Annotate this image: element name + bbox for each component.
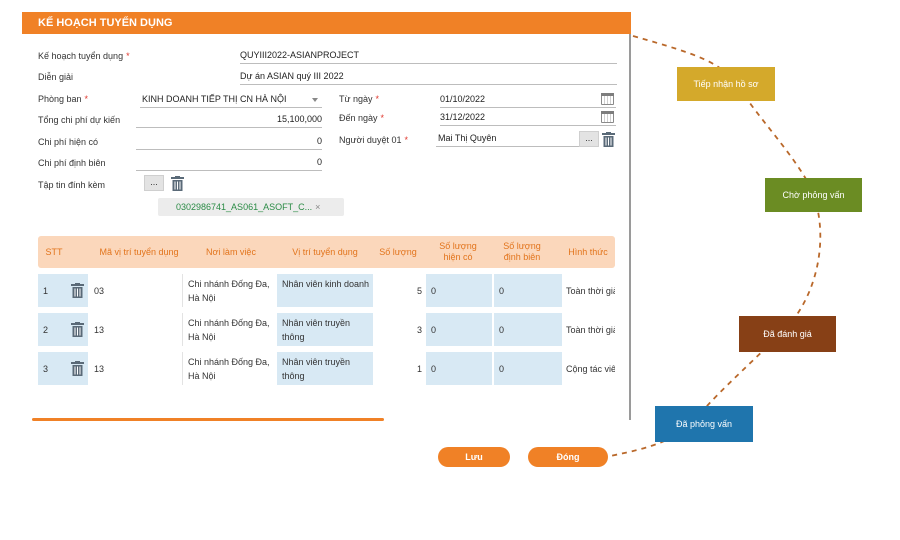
trash-icon[interactable] (71, 283, 84, 298)
row-stt: 2 (43, 325, 49, 335)
col-position: Vị trí tuyển dụng (292, 247, 358, 257)
table-row[interactable]: 3 13 Chi nhánh Đống Đa, Hà Nội Nhân viên… (38, 352, 615, 386)
horizontal-scrollbar[interactable] (32, 418, 384, 421)
staff-cost-field[interactable]: 0 (136, 155, 322, 171)
row-current: 0 (431, 325, 437, 335)
row-qty: 3 (416, 325, 422, 335)
row-staffing: 0 (499, 325, 505, 335)
col-stt: STT (45, 247, 63, 257)
stage-received: Tiếp nhận hồ sơ (677, 67, 775, 101)
table-header: STT Mã vị trí tuyển dụng Nơi làm việc Vị… (38, 236, 615, 268)
current-cost-label: Chi phí hiện có (38, 137, 99, 147)
stage-evaluated: Đã đánh giá (739, 316, 836, 352)
row-place: Chi nhánh Đống Đa, Hà Nội (188, 318, 270, 342)
row-place: Chi nhánh Đống Đa, Hà Nội (188, 357, 270, 381)
dialog-title: KẾ HOẠCH TUYỂN DỤNG (38, 17, 173, 29)
row-qty: 1 (416, 364, 422, 374)
save-button[interactable]: Lưu (438, 447, 510, 467)
row-type: Toàn thời giả (566, 286, 615, 296)
calendar-icon[interactable] (601, 93, 614, 105)
row-stt: 3 (43, 364, 49, 374)
approver-browse-button[interactable]: ... (579, 131, 599, 147)
to-date-field[interactable]: 31/12/2022 (440, 110, 616, 126)
row-place: Chi nhánh Đống Đa, Hà Nội (188, 279, 270, 303)
recruitment-plan-dialog: KẾ HOẠCH TUYỂN DỤNG Kế hoạch tuyển dụng *… (22, 12, 631, 421)
total-cost-field[interactable]: 15,100,000 (136, 112, 322, 128)
row-staffing: 0 (499, 364, 505, 374)
col-type: Hình thức (568, 247, 608, 257)
attachment-label: Tập tin đính kèm (38, 180, 106, 190)
staff-cost-label: Chi phí định biên (38, 158, 106, 168)
row-current: 0 (431, 286, 437, 296)
col-current: Số lượng hiện có (439, 241, 477, 262)
attachment-browse-button[interactable]: ... (144, 175, 164, 191)
trash-icon[interactable] (602, 132, 615, 147)
row-qty: 5 (416, 286, 422, 296)
approver-field[interactable]: Mai Thị Quyên (436, 131, 580, 147)
col-place: Nơi làm việc (206, 247, 256, 257)
department-value: KINH DOANH TIẾP THỊ CN HÀ NỘI (142, 94, 287, 104)
dialog-titlebar: KẾ HOẠCH TUYỂN DỤNG (22, 12, 631, 34)
trash-icon[interactable] (71, 322, 84, 337)
stage-interviewed-label: Đã phỏng vấn (675, 419, 733, 429)
to-date-label: Đến ngày * (339, 113, 385, 123)
row-current: 0 (431, 364, 437, 374)
trash-icon[interactable] (71, 361, 84, 376)
table-row[interactable]: 2 13 Chi nhánh Đống Đa, Hà Nội Nhân viên… (38, 313, 615, 347)
plan-label: Kế hoạch tuyển dụng * (38, 51, 130, 61)
row-type: Toàn thời giả (566, 325, 615, 335)
col-staffing: Số lượng định biên (503, 241, 541, 262)
stage-evaluated-label: Đã đánh giá (763, 329, 812, 339)
col-code: Mã vị trí tuyển dụng (99, 247, 179, 257)
row-position: Nhân viên truyền thông (282, 357, 351, 381)
current-cost-field[interactable]: 0 (136, 134, 322, 150)
row-code: 03 (94, 286, 105, 296)
table-row[interactable]: 1 03 Chi nhánh Đống Đa, Hà Nội Nhân viên… (38, 274, 615, 308)
row-code: 13 (94, 364, 105, 374)
stage-waiting-interview-label: Chờ phỏng vấn (782, 190, 845, 200)
from-date-field[interactable]: 01/10/2022 (440, 92, 616, 108)
row-stt: 1 (43, 286, 49, 296)
calendar-icon[interactable] (601, 111, 614, 123)
close-button[interactable]: Đóng (528, 447, 608, 467)
chevron-down-icon (312, 98, 318, 102)
department-select[interactable]: KINH DOANH TIẾP THỊ CN HÀ NỘI (140, 92, 322, 108)
row-staffing: 0 (499, 286, 505, 296)
department-label: Phòng ban * (38, 94, 89, 104)
row-code: 13 (94, 325, 105, 335)
plan-field[interactable]: QUYIII2022-ASIANPROJECT (240, 48, 617, 64)
total-cost-label: Tổng chi phí dự kiến (38, 115, 121, 125)
stage-waiting-interview: Chờ phỏng vấn (765, 178, 862, 212)
stage-interviewed: Đã phỏng vấn (655, 406, 753, 442)
trash-icon[interactable] (171, 176, 184, 191)
row-position: Nhân viên kinh doanh (282, 279, 370, 289)
row-position: Nhân viên truyền thông (282, 318, 351, 342)
attachment-chip[interactable]: 0302986741_AS061_ASOFT_C... × (158, 198, 344, 216)
from-date-label: Từ ngày * (339, 94, 380, 104)
attachment-filename: 0302986741_AS061_ASOFT_C... (176, 202, 313, 212)
close-icon[interactable]: × (315, 202, 320, 212)
col-qty: Số lượng (379, 247, 417, 257)
stage-received-label: Tiếp nhận hồ sơ (693, 79, 759, 89)
approver-label: Người duyệt 01 * (339, 135, 408, 145)
description-label: Diễn giải (38, 72, 74, 82)
row-type: Cộng tác viê (566, 364, 615, 374)
description-field[interactable]: Dự án ASIAN quý III 2022 (240, 69, 617, 85)
